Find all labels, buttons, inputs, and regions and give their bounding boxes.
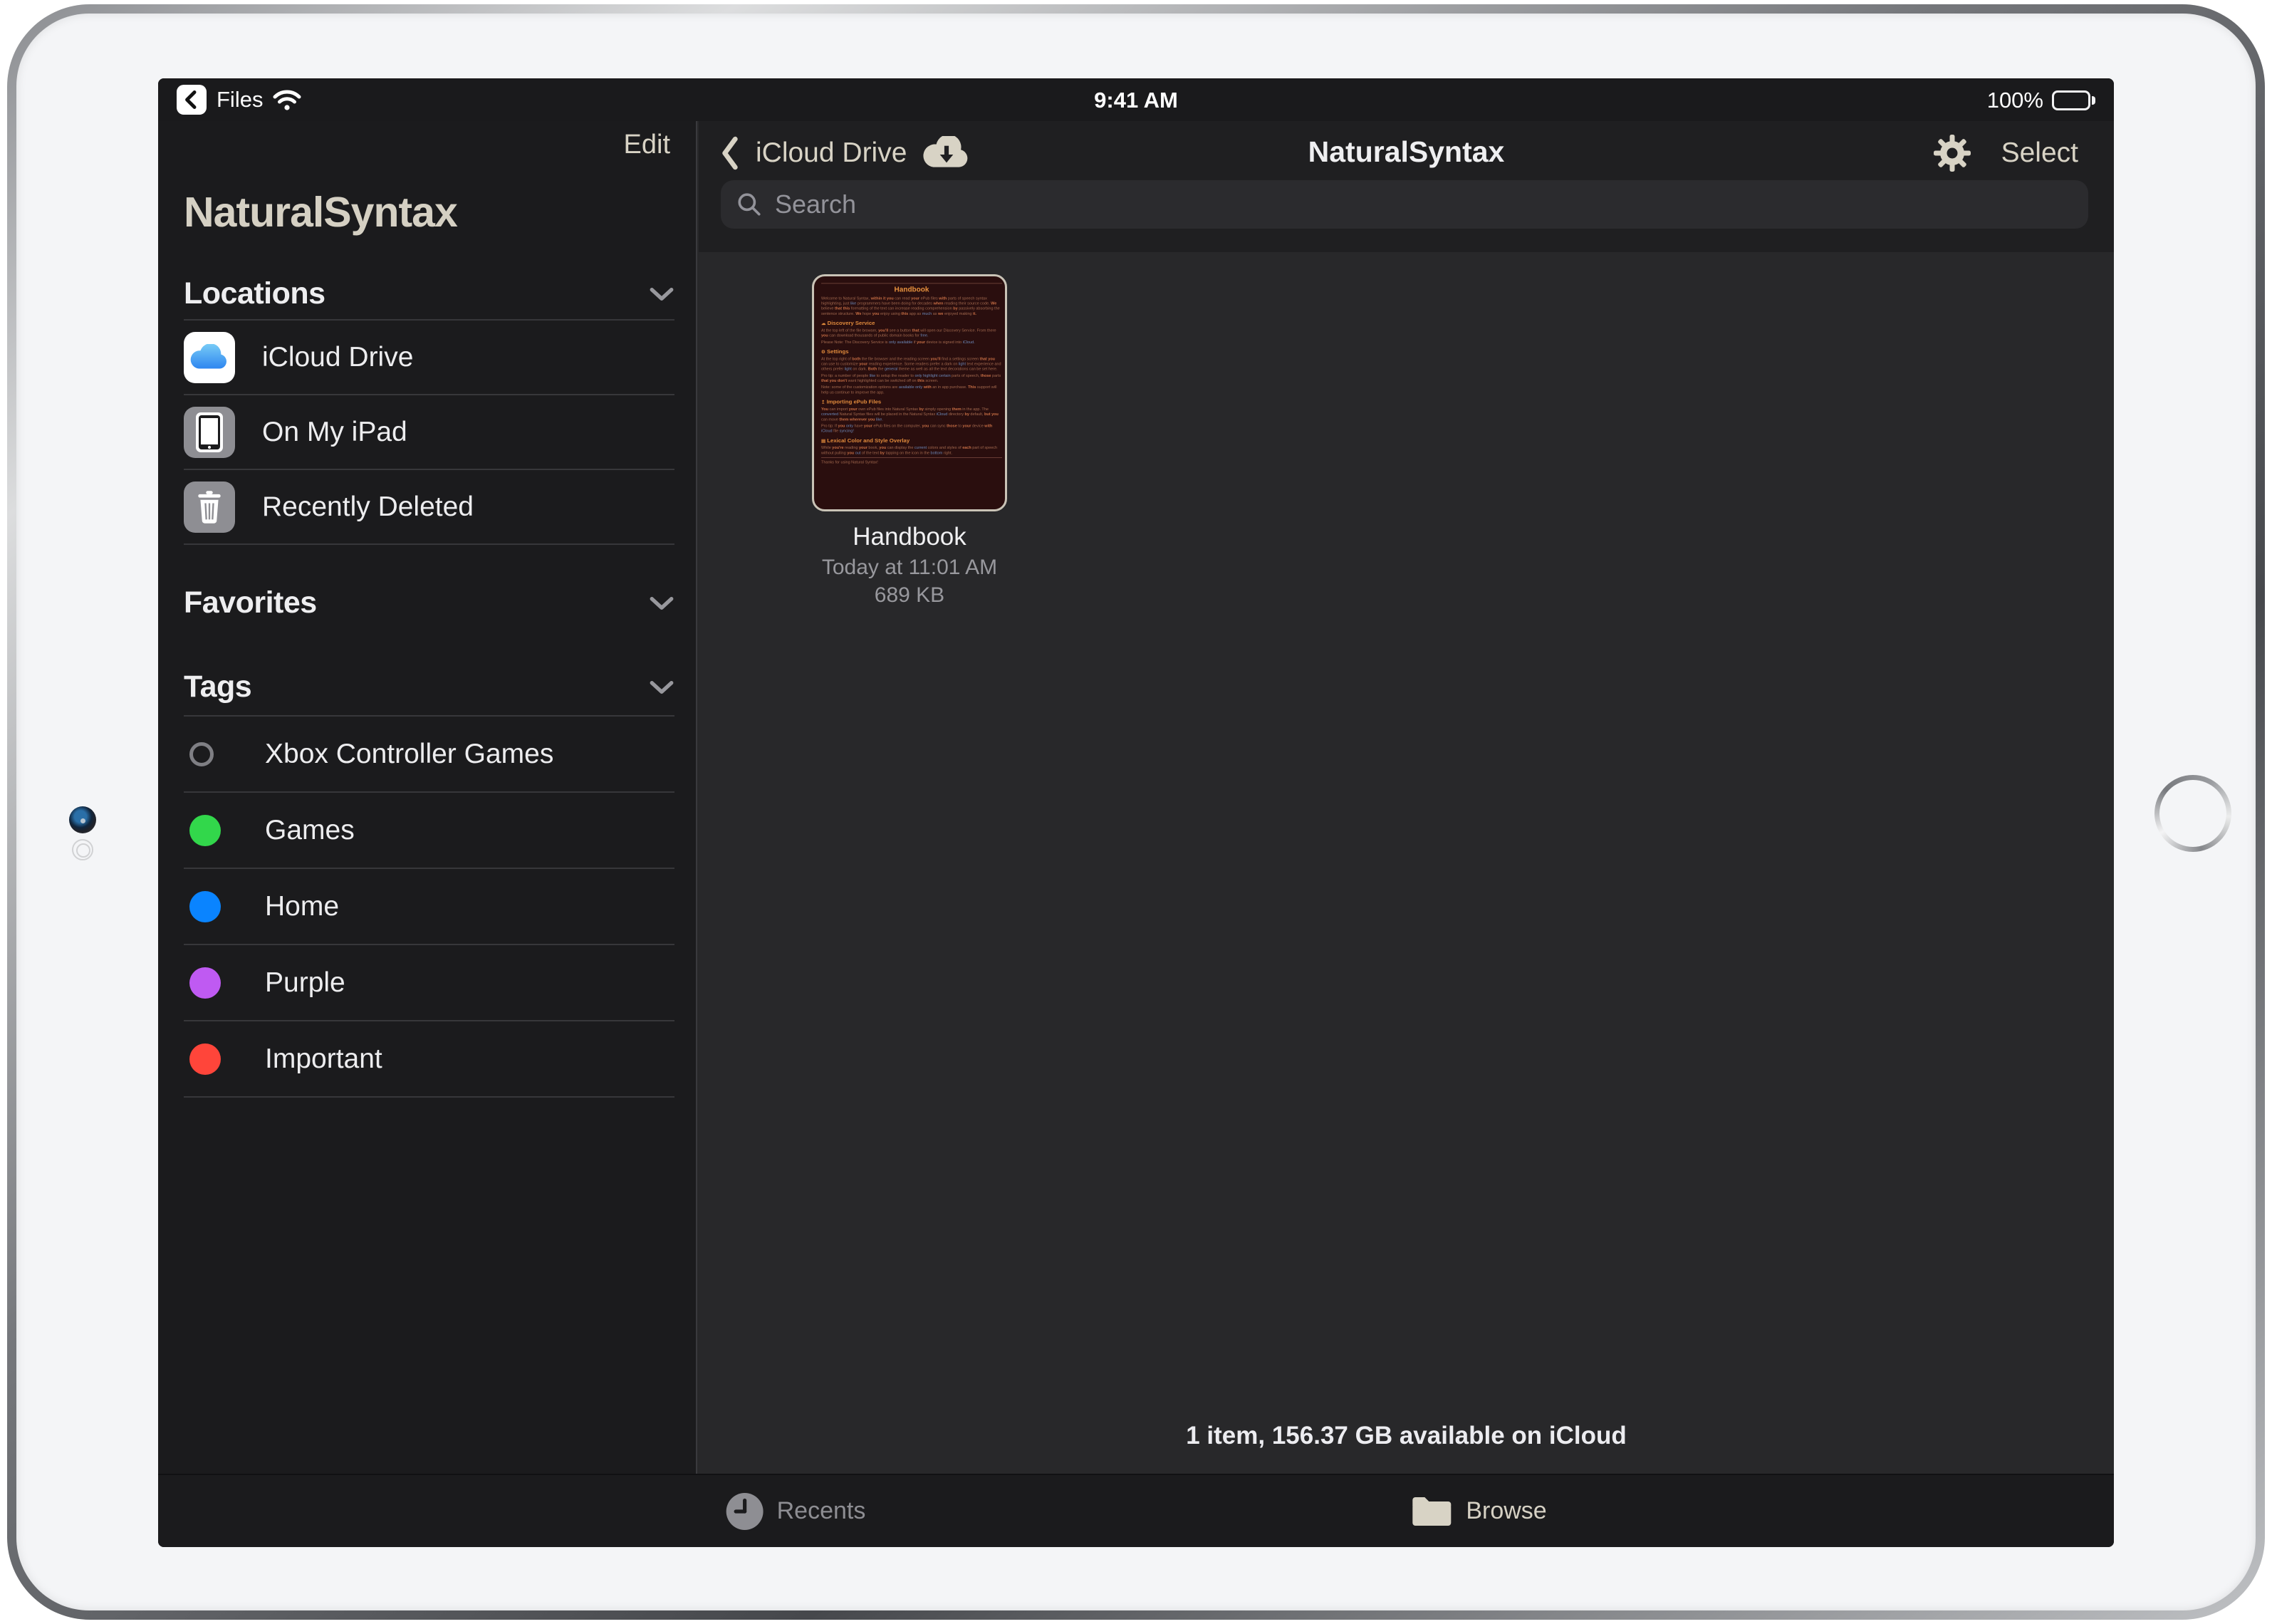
chevron-down-icon[interactable]: [649, 286, 674, 302]
icloud-drive-icon: [184, 332, 235, 383]
favorites-section-header[interactable]: Favorites: [184, 585, 674, 620]
file-modified-date: Today at 11:01 AM: [812, 556, 1007, 579]
search-input[interactable]: [773, 189, 1984, 220]
file-browser-content: HandbookWelcome to Natural Syntax, withi…: [699, 252, 2114, 1474]
file-item-handbook[interactable]: HandbookWelcome to Natural Syntax, withi…: [812, 274, 1007, 607]
file-name: Handbook: [812, 523, 1007, 551]
chevron-down-icon[interactable]: [649, 595, 674, 611]
tags-section-header[interactable]: Tags: [184, 670, 674, 704]
locations-section-header[interactable]: Locations: [184, 276, 674, 311]
folder-icon: [1410, 1494, 1453, 1529]
tags-header-label: Tags: [184, 670, 251, 704]
tab-recents-label: Recents: [777, 1497, 866, 1525]
select-button[interactable]: Select: [2001, 137, 2078, 169]
home-button[interactable]: [2154, 775, 2231, 852]
tag-circle-icon: [189, 891, 221, 922]
sidebar-item-label: Recently Deleted: [262, 491, 474, 523]
chevron-down-icon[interactable]: [649, 680, 674, 695]
gear-icon[interactable]: [1933, 134, 1971, 172]
tag-label: Home: [265, 891, 339, 922]
clock-icon: [726, 1492, 764, 1531]
file-size: 689 KB: [812, 583, 1007, 607]
tag-circle-icon: [189, 1043, 221, 1075]
tab-browse-label: Browse: [1466, 1497, 1546, 1525]
tag-label: Xbox Controller Games: [265, 739, 553, 770]
status-time: 9:41 AM: [158, 88, 2114, 113]
sidebar-tag-purple[interactable]: Purple: [184, 945, 674, 1021]
sidebar-tag-home[interactable]: Home: [184, 869, 674, 945]
battery-icon: [2052, 90, 2095, 110]
tag-circle-icon: [189, 815, 221, 846]
tab-browse[interactable]: Browse: [1410, 1475, 1546, 1547]
sidebar-item-recently-deleted[interactable]: Recently Deleted: [184, 470, 674, 545]
ipad-icon: [184, 407, 235, 458]
document-thumbnail[interactable]: HandbookWelcome to Natural Syntax, withi…: [812, 274, 1007, 511]
tag-label: Games: [265, 815, 355, 846]
document-thumbnail-content: HandbookWelcome to Natural Syntax, withi…: [814, 276, 1007, 511]
ambient-light-sensor: [72, 839, 93, 860]
trash-icon: [184, 482, 235, 533]
sidebar-tag-important[interactable]: Important: [184, 1021, 674, 1098]
favorites-header-label: Favorites: [184, 585, 317, 620]
nav-title: NaturalSyntax: [699, 135, 2114, 169]
search-icon: [736, 192, 762, 217]
front-camera: [69, 806, 96, 833]
storage-summary: 1 item, 156.37 GB available on iCloud: [699, 1422, 2114, 1450]
tag-label: Important: [265, 1043, 382, 1075]
tags-list: Xbox Controller Games Games Home Purple …: [184, 715, 674, 1098]
edit-button[interactable]: Edit: [624, 130, 670, 160]
sidebar-tag-xbox-controller-games[interactable]: Xbox Controller Games: [184, 717, 674, 793]
search-field[interactable]: [721, 180, 2088, 229]
sidebar-app-title: NaturalSyntax: [184, 188, 457, 236]
main-header: iCloud Drive NaturalSyntax: [699, 121, 2114, 252]
sidebar-item-label: On My iPad: [262, 417, 407, 448]
tag-circle-icon: [189, 967, 221, 999]
sidebar-item-icloud-drive[interactable]: iCloud Drive: [184, 321, 674, 395]
nav-right-controls: Select: [1933, 131, 2078, 175]
files-app-screen: Files 9:41 AM 100% Edit NaturalSyntax: [158, 78, 2114, 1547]
locations-list: iCloud Drive On My iPad: [184, 319, 674, 545]
sidebar-item-label: iCloud Drive: [262, 342, 413, 373]
sidebar: Edit NaturalSyntax Locations: [158, 121, 697, 1474]
tab-recents[interactable]: Recents: [726, 1475, 866, 1547]
status-bar: Files 9:41 AM 100%: [158, 78, 2114, 121]
tag-circle-icon: [189, 742, 214, 766]
sidebar-tag-games[interactable]: Games: [184, 793, 674, 869]
ipad-screenshot: Files 9:41 AM 100% Edit NaturalSyntax: [0, 0, 2272, 1624]
tab-bar: Recents Browse: [158, 1474, 2114, 1547]
sidebar-item-on-my-ipad[interactable]: On My iPad: [184, 395, 674, 470]
locations-header-label: Locations: [184, 276, 325, 311]
battery-percent-label: 100%: [1987, 88, 2043, 113]
tag-label: Purple: [265, 967, 345, 999]
status-battery-group: 100%: [1987, 88, 2095, 113]
